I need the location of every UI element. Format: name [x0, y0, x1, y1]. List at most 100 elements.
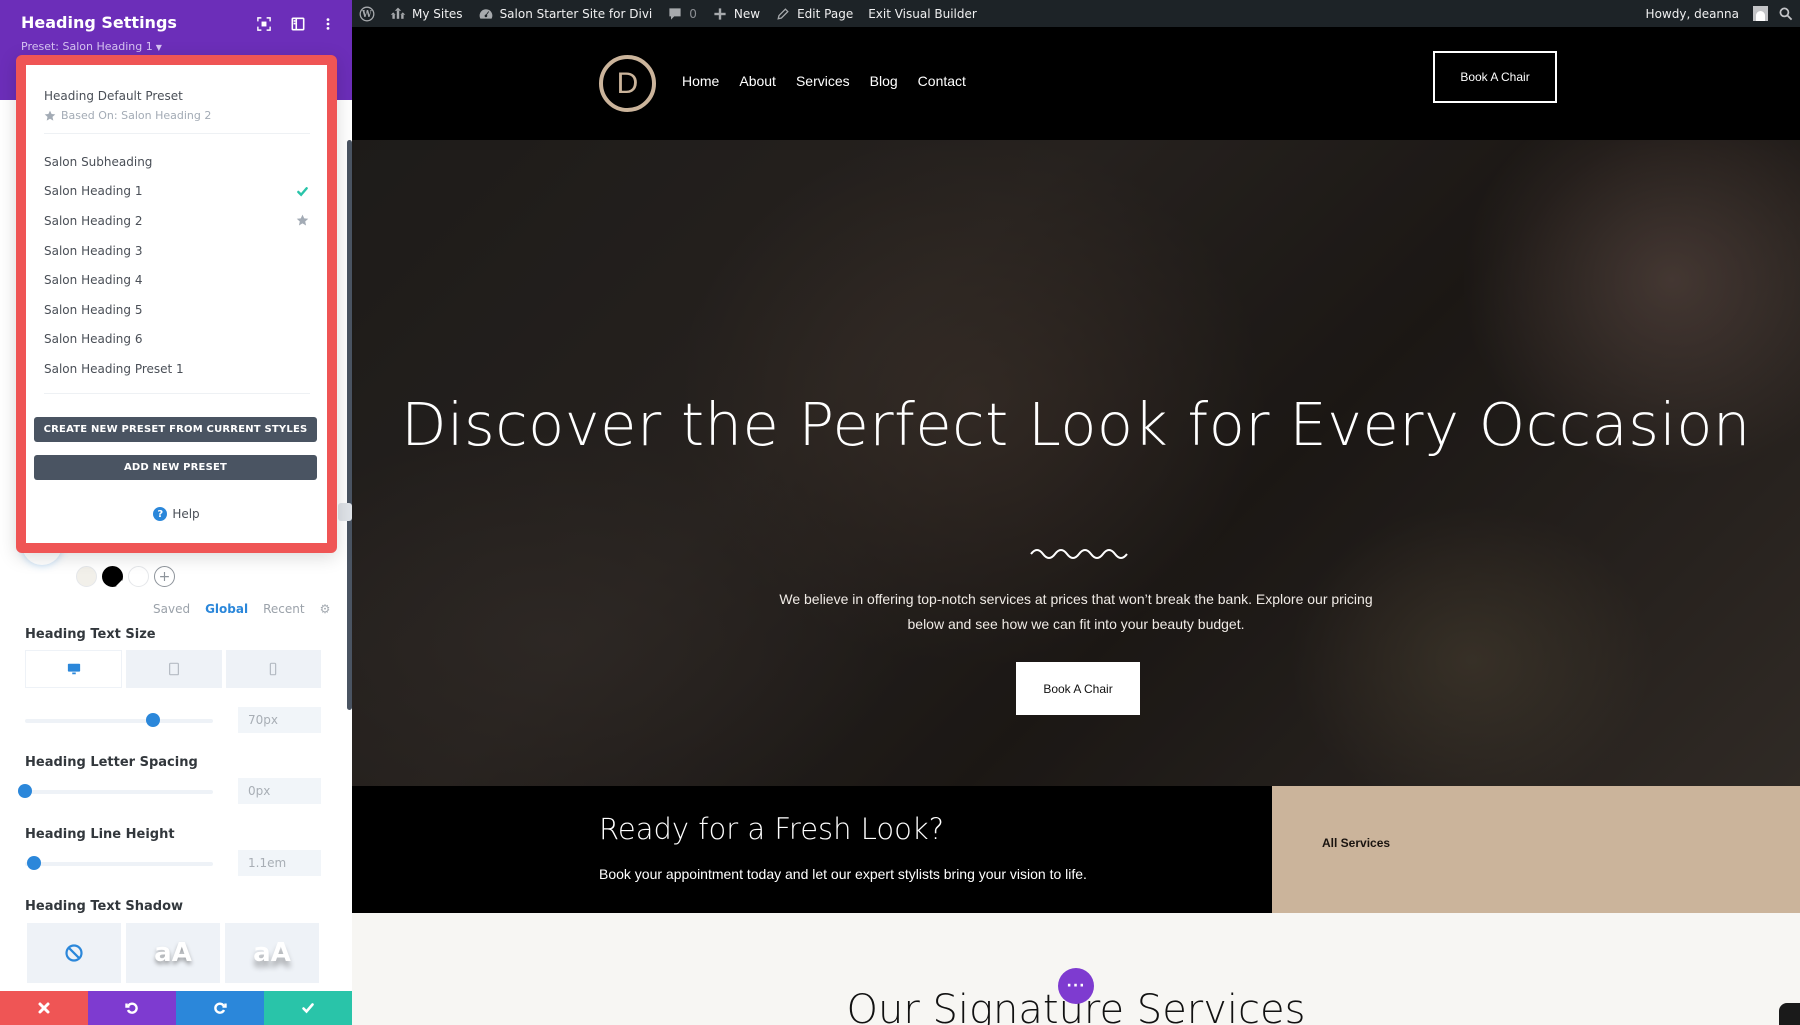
- corner-widget[interactable]: [1779, 1003, 1800, 1025]
- color-tab-saved[interactable]: Saved: [153, 602, 190, 616]
- preset-item-label: Salon Subheading: [44, 154, 153, 169]
- split-view-icon[interactable]: [289, 15, 307, 33]
- color-swatches: +: [76, 566, 175, 587]
- create-preset-from-styles-button[interactable]: CREATE NEW PRESET FROM CURRENT STYLES: [34, 417, 317, 442]
- more-options-icon[interactable]: [319, 15, 337, 33]
- shadow-preset-1-option[interactable]: aA: [126, 923, 220, 983]
- account-menu[interactable]: Howdy, deanna: [1646, 6, 1768, 21]
- preset-list-item[interactable]: Salon Heading 6: [26, 325, 327, 355]
- add-swatch-icon[interactable]: +: [154, 566, 175, 587]
- site-logo[interactable]: D: [599, 55, 656, 112]
- help-link[interactable]: ? Help: [26, 507, 327, 521]
- sidebar-resize-handle[interactable]: [338, 503, 352, 521]
- preset-list-item[interactable]: Salon Heading 1: [26, 177, 327, 207]
- desktop-tab[interactable]: [25, 650, 123, 688]
- header-book-chair-button[interactable]: Book A Chair: [1433, 51, 1557, 103]
- main-nav: Home About Services Blog Contact: [682, 73, 966, 89]
- help-label: Help: [172, 507, 200, 521]
- default-preset[interactable]: Heading Default Preset Based On: Salon H…: [44, 89, 211, 122]
- text-shadow-options: aA aA: [27, 923, 319, 983]
- preset-list-item[interactable]: Salon Heading 2: [26, 206, 327, 236]
- slider-knob[interactable]: [145, 713, 160, 727]
- undo-icon: [125, 1002, 138, 1014]
- squiggle-divider: [1030, 549, 1128, 559]
- swatch-cream[interactable]: [76, 566, 97, 587]
- color-tab-global[interactable]: Global: [205, 602, 248, 616]
- tablet-tab[interactable]: [126, 650, 222, 688]
- nav-item-about[interactable]: About: [739, 73, 776, 89]
- slider-knob[interactable]: [27, 856, 42, 870]
- preset-list: Salon Subheading Salon Heading 1 Salon Hea…: [26, 147, 327, 384]
- preset-label: Preset: Salon Heading 1: [21, 40, 153, 53]
- builder-more-button[interactable]: ···: [1058, 968, 1094, 1004]
- sidebar-scrollbar[interactable]: [347, 140, 352, 710]
- my-sites-menu[interactable]: My Sites: [390, 6, 463, 22]
- help-icon: ?: [153, 507, 168, 521]
- all-services-band: All Services: [1272, 786, 1800, 913]
- redo-button[interactable]: [176, 991, 264, 1025]
- exit-builder-label: Exit Visual Builder: [868, 6, 977, 21]
- expand-icon[interactable]: [255, 15, 273, 33]
- search-icon: [1779, 7, 1793, 20]
- preset-item-label: Salon Heading 2: [44, 213, 143, 228]
- swatch-black[interactable]: [102, 566, 123, 587]
- color-tabs: Saved Global Recent ⚙: [153, 602, 330, 616]
- letter-spacing-slider[interactable]: [18, 784, 213, 798]
- site-name-label: Salon Starter Site for Divi: [499, 6, 653, 21]
- preset-selector[interactable]: Preset: Salon Heading 1 ▼: [21, 40, 162, 53]
- save-button[interactable]: [264, 991, 352, 1025]
- nav-item-blog[interactable]: Blog: [870, 73, 898, 89]
- close-icon: [38, 1002, 50, 1014]
- letter-spacing-label: Heading Letter Spacing: [25, 755, 198, 770]
- preset-list-item[interactable]: Salon Heading 5: [26, 295, 327, 325]
- text-size-slider[interactable]: [25, 713, 213, 727]
- howdy-label: Howdy, deanna: [1645, 6, 1739, 21]
- site-name-menu[interactable]: Salon Starter Site for Divi: [478, 6, 653, 22]
- my-sites-icon: [390, 7, 406, 19]
- cta-title: Ready for a Fresh Look?: [599, 812, 945, 846]
- hero-book-chair-button[interactable]: Book A Chair: [1016, 662, 1140, 715]
- undo-button[interactable]: [88, 991, 176, 1025]
- based-on-text: Based On: Salon Heading 2: [61, 109, 212, 122]
- site-header: D Home About Services Blog Contact Book A Ch…: [352, 27, 1800, 140]
- all-services-link[interactable]: All Services: [1322, 836, 1390, 850]
- preset-list-item[interactable]: Salon Heading 4: [26, 265, 327, 295]
- cancel-button[interactable]: [0, 991, 88, 1025]
- text-shadow-label: Heading Text Shadow: [25, 899, 184, 914]
- gear-icon[interactable]: ⚙: [320, 602, 331, 616]
- nav-item-services[interactable]: Services: [796, 73, 850, 89]
- shadow-preset-2-option[interactable]: aA: [225, 923, 319, 983]
- shadow-none-option[interactable]: [27, 923, 121, 983]
- plus-icon: [714, 7, 726, 20]
- text-size-input[interactable]: 70px: [238, 707, 321, 733]
- line-height-slider[interactable]: [25, 856, 213, 870]
- preset-list-item[interactable]: Salon Subheading: [26, 147, 327, 177]
- letter-spacing-input[interactable]: 0px: [238, 778, 321, 804]
- line-height-label: Heading Line Height: [25, 827, 175, 842]
- nav-item-contact[interactable]: Contact: [918, 73, 966, 89]
- line-height-input[interactable]: 1.1em: [238, 850, 321, 876]
- nav-item-home[interactable]: Home: [682, 73, 719, 89]
- wordpress-logo-menu[interactable]: W: [359, 6, 375, 22]
- new-content-menu[interactable]: New: [712, 6, 760, 22]
- caret-down-icon: ▼: [155, 43, 162, 52]
- preset-list-item[interactable]: Salon Heading Preset 1: [26, 354, 327, 384]
- comments-menu[interactable]: 0: [667, 6, 697, 22]
- cta-body: Book your appointment today and let our …: [599, 866, 1087, 882]
- phone-tab[interactable]: [225, 650, 321, 688]
- preset-item-label: Salon Heading 5: [44, 302, 143, 317]
- check-icon: [296, 185, 309, 198]
- sidebar-footer: [0, 991, 352, 1025]
- redo-icon: [214, 1002, 227, 1014]
- color-tab-recent[interactable]: Recent: [263, 602, 304, 616]
- edit-page-link[interactable]: Edit Page: [775, 6, 853, 22]
- based-on-label: Based On: Salon Heading 2: [44, 109, 211, 122]
- swatch-white[interactable]: [128, 566, 149, 587]
- preset-list-item[interactable]: Salon Heading 3: [26, 236, 327, 266]
- comments-count: 0: [689, 6, 697, 21]
- add-new-preset-button[interactable]: ADD NEW PRESET: [34, 455, 317, 480]
- avatar: [1753, 6, 1768, 21]
- slider-knob[interactable]: [18, 784, 32, 798]
- search-button[interactable]: [1778, 6, 1794, 22]
- exit-visual-builder-link[interactable]: Exit Visual Builder: [868, 7, 977, 21]
